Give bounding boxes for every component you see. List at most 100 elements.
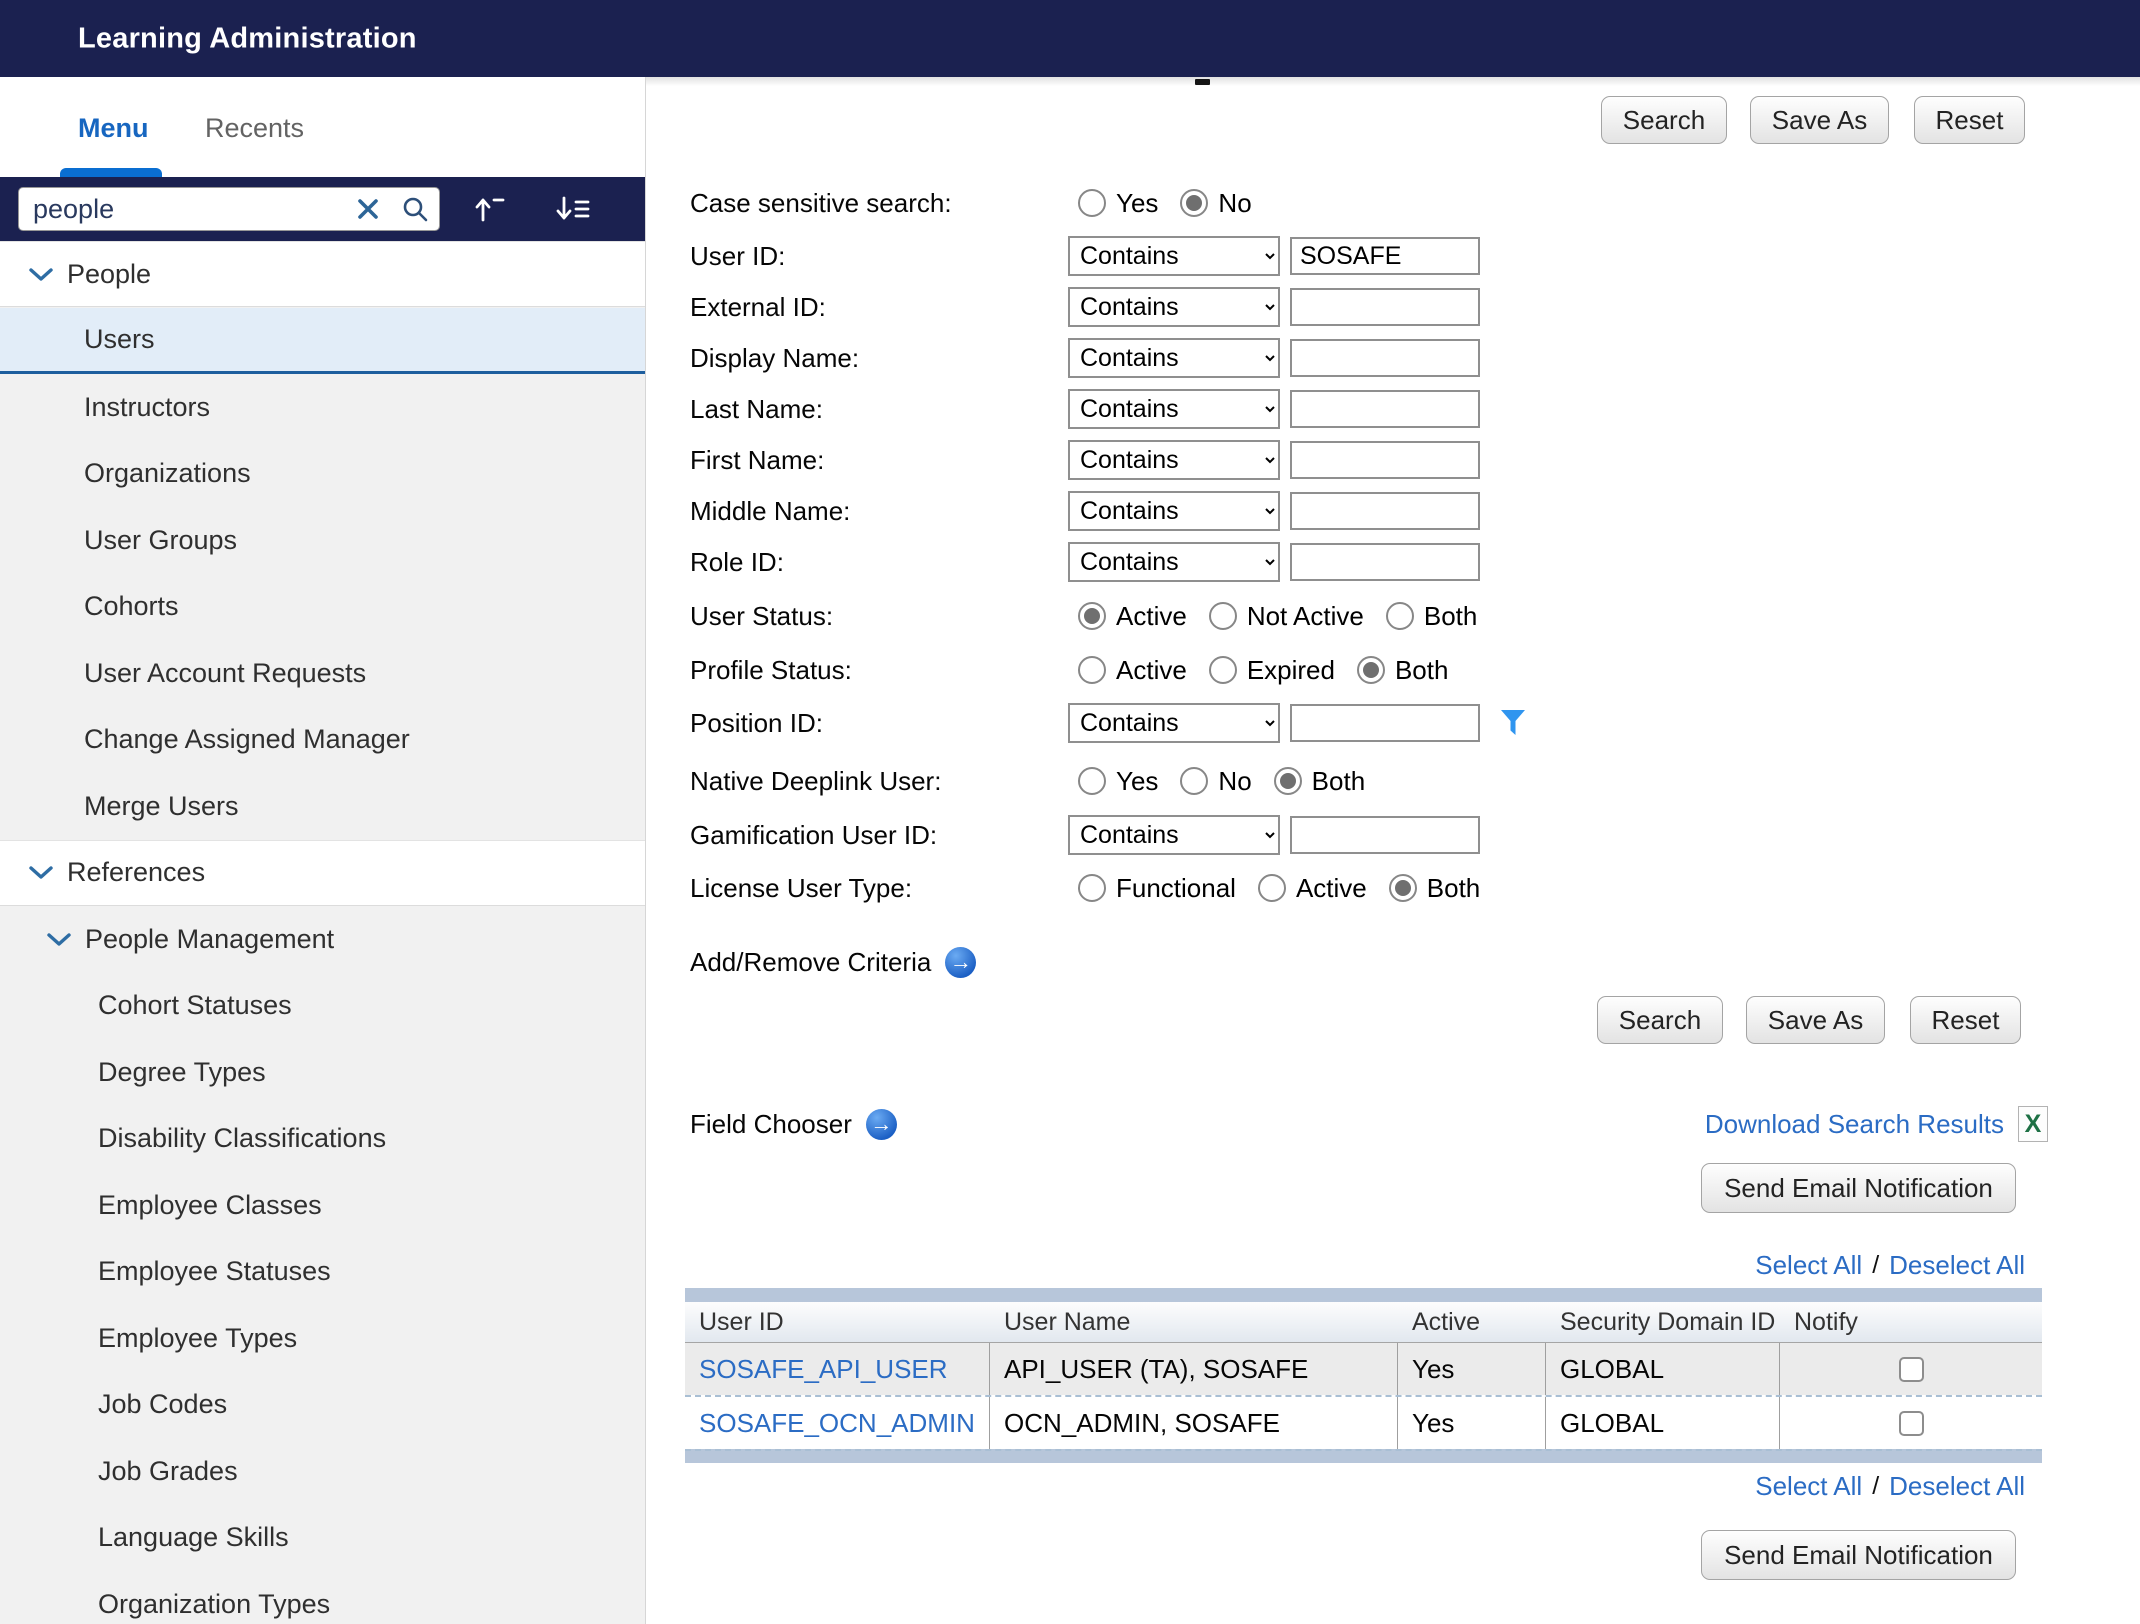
sidebar-item-employee-types[interactable]: Employee Types: [0, 1305, 645, 1371]
native-deeplink-user-option-both[interactable]: Both: [1274, 766, 1366, 797]
sidebar-item-language-skills[interactable]: Language Skills: [0, 1505, 645, 1571]
tab-recents[interactable]: Recents: [205, 113, 304, 144]
case-sensitive-search-option-no[interactable]: No: [1180, 188, 1251, 219]
sidebar-item-instructors[interactable]: Instructors: [0, 374, 645, 440]
user-id-input[interactable]: [1290, 237, 1480, 275]
last-name-operator-select[interactable]: Contains: [1068, 389, 1280, 429]
sidebar-item-cohorts[interactable]: Cohorts: [0, 574, 645, 640]
radio-button[interactable]: [1078, 874, 1106, 902]
user-id-link[interactable]: SOSAFE_OCN_ADMIN: [685, 1397, 990, 1449]
deselect-all-link[interactable]: Deselect All: [1889, 1471, 2025, 1502]
add-remove-criteria[interactable]: Add/Remove Criteria →: [690, 940, 976, 984]
save-as-button-bottom[interactable]: Save As: [1746, 996, 1885, 1044]
role-id-input[interactable]: [1290, 543, 1480, 581]
sidebar-item-references[interactable]: References: [0, 840, 645, 906]
first-name-input[interactable]: [1290, 441, 1480, 479]
middle-name-input[interactable]: [1290, 492, 1480, 530]
native-deeplink-user-option-no[interactable]: No: [1180, 766, 1251, 797]
radio-button[interactable]: [1078, 656, 1106, 684]
license-user-type-option-active[interactable]: Active: [1258, 873, 1367, 904]
sidebar-item-disability-classifications[interactable]: Disability Classifications: [0, 1106, 645, 1172]
search-icon[interactable]: [391, 195, 439, 223]
search-button-bottom[interactable]: Search: [1597, 996, 1723, 1044]
select-all-link[interactable]: Select All: [1755, 1250, 1862, 1281]
filter-funnel-icon[interactable]: [1500, 709, 1526, 737]
sidebar-item-organization-types[interactable]: Organization Types: [0, 1571, 645, 1624]
sidebar-item-merge-users[interactable]: Merge Users: [0, 773, 645, 839]
sidebar-item-employee-statuses[interactable]: Employee Statuses: [0, 1239, 645, 1305]
radio-button[interactable]: [1209, 656, 1237, 684]
position-id-operator-select[interactable]: Contains: [1068, 703, 1280, 743]
radio-button[interactable]: [1386, 602, 1414, 630]
sidebar-item-job-grades[interactable]: Job Grades: [0, 1438, 645, 1504]
user-status-option-both[interactable]: Both: [1386, 601, 1478, 632]
chevron-down-icon[interactable]: [28, 864, 54, 881]
case-sensitive-search-option-yes[interactable]: Yes: [1078, 188, 1158, 219]
select-all-link[interactable]: Select All: [1755, 1471, 1862, 1502]
reset-button-top[interactable]: Reset: [1914, 96, 2025, 144]
tab-menu[interactable]: Menu: [78, 113, 149, 144]
sidebar-item-degree-types[interactable]: Degree Types: [0, 1039, 645, 1105]
reset-button-bottom[interactable]: Reset: [1910, 996, 2021, 1044]
external-id-input[interactable]: [1290, 288, 1480, 326]
send-email-notification-button-bottom[interactable]: Send Email Notification: [1701, 1530, 2016, 1580]
first-name-operator-select[interactable]: Contains: [1068, 440, 1280, 480]
user-status-option-active[interactable]: Active: [1078, 601, 1187, 632]
profile-status-option-expired[interactable]: Expired: [1209, 655, 1335, 686]
role-id-operator-select[interactable]: Contains: [1068, 542, 1280, 582]
clear-search-icon[interactable]: [345, 196, 391, 222]
chevron-down-icon[interactable]: [46, 931, 72, 948]
sidebar-item-people-management[interactable]: People Management: [0, 906, 645, 972]
notify-checkbox[interactable]: [1899, 1411, 1924, 1436]
download-search-results-link[interactable]: Download Search Results: [1705, 1109, 2004, 1140]
sidebar-item-change-assigned-manager[interactable]: Change Assigned Manager: [0, 707, 645, 773]
display-name-operator-select[interactable]: Contains: [1068, 338, 1280, 378]
download-search-results[interactable]: Download Search Results X: [1705, 1102, 2048, 1146]
sidebar-item-user-groups[interactable]: User Groups: [0, 507, 645, 573]
sidebar-item-organizations[interactable]: Organizations: [0, 441, 645, 507]
position-id-input[interactable]: [1290, 704, 1480, 742]
license-user-type-option-functional[interactable]: Functional: [1078, 873, 1236, 904]
radio-button[interactable]: [1078, 189, 1106, 217]
native-deeplink-user-option-yes[interactable]: Yes: [1078, 766, 1158, 797]
profile-status-option-active[interactable]: Active: [1078, 655, 1187, 686]
expand-all-icon[interactable]: [552, 192, 596, 231]
go-arrow-icon[interactable]: →: [866, 1109, 897, 1140]
sidebar-item-people[interactable]: People: [0, 241, 645, 307]
collapse-all-icon[interactable]: [470, 192, 510, 231]
radio-button[interactable]: [1180, 767, 1208, 795]
external-id-operator-select[interactable]: Contains: [1068, 287, 1280, 327]
user-id-operator-select[interactable]: Contains: [1068, 236, 1280, 276]
radio-button[interactable]: [1389, 874, 1417, 902]
excel-export-icon[interactable]: X: [2018, 1106, 2048, 1142]
radio-button[interactable]: [1180, 189, 1208, 217]
send-email-notification-button-top[interactable]: Send Email Notification: [1701, 1163, 2016, 1213]
radio-button[interactable]: [1209, 602, 1237, 630]
license-user-type-option-both[interactable]: Both: [1389, 873, 1481, 904]
user-status-option-not-active[interactable]: Not Active: [1209, 601, 1364, 632]
sidebar-item-cohort-statuses[interactable]: Cohort Statuses: [0, 973, 645, 1039]
search-button-top[interactable]: Search: [1601, 96, 1727, 144]
middle-name-operator-select[interactable]: Contains: [1068, 491, 1280, 531]
profile-status-option-both[interactable]: Both: [1357, 655, 1449, 686]
last-name-input[interactable]: [1290, 390, 1480, 428]
radio-button[interactable]: [1357, 656, 1385, 684]
field-chooser[interactable]: Field Chooser →: [690, 1102, 897, 1146]
radio-button[interactable]: [1258, 874, 1286, 902]
radio-button[interactable]: [1078, 767, 1106, 795]
sidebar-item-user-account-requests[interactable]: User Account Requests: [0, 640, 645, 706]
gamification-user-id-operator-select[interactable]: Contains: [1068, 815, 1280, 855]
radio-button[interactable]: [1078, 602, 1106, 630]
deselect-all-link[interactable]: Deselect All: [1889, 1250, 2025, 1281]
go-arrow-icon[interactable]: →: [945, 947, 976, 978]
save-as-button-top[interactable]: Save As: [1750, 96, 1889, 144]
gamification-user-id-input[interactable]: [1290, 816, 1480, 854]
sidebar-item-users[interactable]: Users: [0, 308, 645, 374]
notify-checkbox[interactable]: [1899, 1357, 1924, 1382]
display-name-input[interactable]: [1290, 339, 1480, 377]
radio-button[interactable]: [1274, 767, 1302, 795]
user-id-link[interactable]: SOSAFE_API_USER: [685, 1343, 990, 1395]
menu-search-input[interactable]: [19, 193, 345, 226]
sidebar-item-employee-classes[interactable]: Employee Classes: [0, 1172, 645, 1238]
sidebar-item-job-codes[interactable]: Job Codes: [0, 1372, 645, 1438]
